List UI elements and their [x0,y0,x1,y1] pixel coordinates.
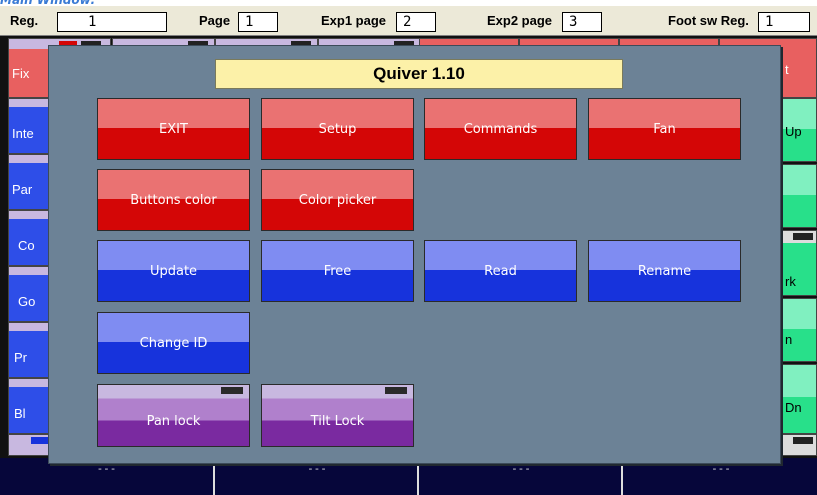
reg-label: Reg. [10,13,39,28]
bg-button[interactable] [782,434,817,456]
read-button-label: Read [484,264,517,279]
tilt-lock-button[interactable]: Tilt Lock [261,384,414,447]
page-field[interactable]: 1 [238,12,278,32]
setup-button[interactable]: Setup [261,98,414,160]
exp2-page-label: Exp2 page [487,13,553,28]
free-button[interactable]: Free [261,240,414,302]
update-button-label: Update [149,264,198,279]
exp1-page-field[interactable]: 2 [396,12,436,32]
pan-lock-indicator [221,387,243,394]
rename-button[interactable]: Rename [588,240,741,302]
bg-label: t [785,62,789,77]
fan-button-label: Fan [653,122,676,137]
reg-field[interactable]: 1 [57,12,167,32]
bg-label: Par [12,182,33,197]
commands-button-label: Commands [463,122,538,137]
main-menu-dialog: Quiver 1.10 EXIT Setup Commands Fan Butt… [48,45,781,464]
tilt-lock-indicator [385,387,407,394]
bg-button[interactable] [8,434,53,456]
pan-lock-button[interactable]: Pan lock [97,384,250,447]
buttons-color-label: Buttons color [130,193,217,208]
bg-label: Pr [14,350,27,365]
bg-label: Fix [12,66,30,81]
setup-button-label: Setup [318,122,357,137]
buttons-color-button[interactable]: Buttons color [97,169,250,231]
foot-sw-reg-field[interactable]: 1 [758,12,810,32]
exit-button[interactable]: EXIT [97,98,250,160]
update-button[interactable]: Update [97,240,250,302]
page-label: Page [199,13,231,28]
bg-button[interactable] [782,364,817,434]
dialog-title: Quiver 1.10 [215,59,623,89]
change-id-button[interactable]: Change ID [97,312,250,374]
bg-label: Bl [14,406,26,421]
bg-button[interactable] [782,164,817,228]
bg-label: Go [18,294,36,309]
pan-lock-label: Pan lock [146,414,201,429]
bg-label: Inte [12,126,34,141]
rename-button-label: Rename [637,264,692,279]
bg-label: Up [785,124,802,139]
bg-label: Co [18,238,35,253]
fan-button[interactable]: Fan [588,98,741,160]
foot-sw-reg-label: Foot sw Reg. [668,13,749,28]
exit-button-label: EXIT [159,122,188,137]
tilt-lock-label: Tilt Lock [310,414,365,429]
bg-label: rk [785,274,796,289]
bg-label: n [785,332,793,347]
exp1-page-label: Exp1 page [321,13,387,28]
change-id-label: Change ID [139,336,208,351]
commands-button[interactable]: Commands [424,98,577,160]
exp2-page-field[interactable]: 3 [562,12,602,32]
free-button-label: Free [323,264,352,279]
bg-label: Dn [785,400,802,415]
color-picker-button[interactable]: Color picker [261,169,414,231]
bg-button[interactable] [782,298,817,362]
read-button[interactable]: Read [424,240,577,302]
color-picker-label: Color picker [298,193,377,208]
register-bar: Reg. 1 Page 1 Exp1 page 2 Exp2 page 3 Fo… [0,5,817,36]
